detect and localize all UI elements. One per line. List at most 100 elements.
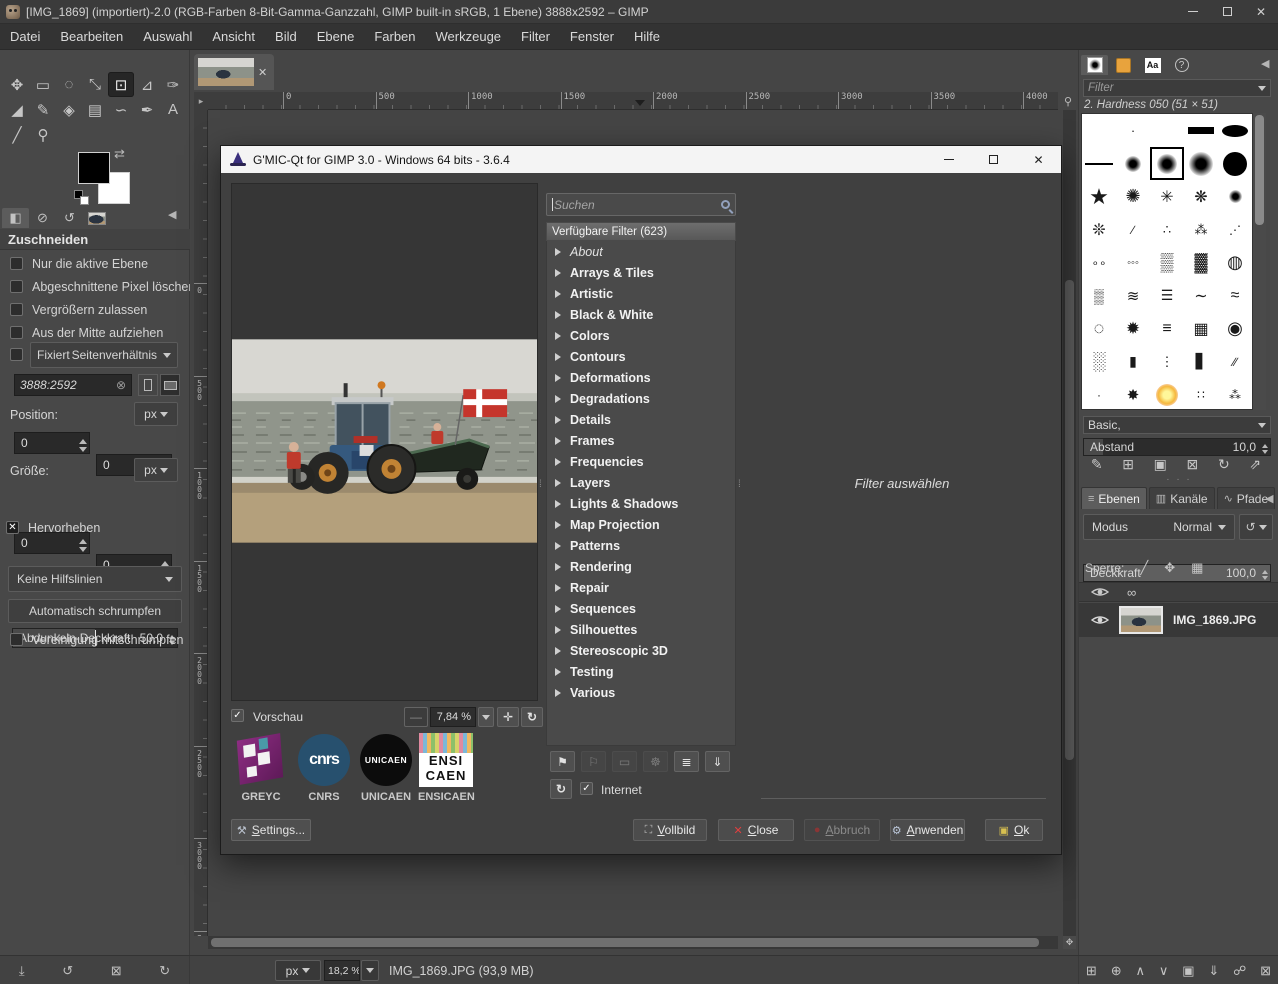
- expand-triangle-icon[interactable]: [555, 626, 561, 634]
- filter-category-lights-shadows[interactable]: Lights & Shadows: [547, 493, 735, 514]
- add-layer-mask-button[interactable]: ☍: [1233, 963, 1246, 979]
- autoshrink-button[interactable]: Automatisch schrumpfen: [8, 599, 182, 623]
- brush-thumbnail[interactable]: [1150, 114, 1184, 147]
- expand-triangle-icon[interactable]: [555, 584, 561, 592]
- visibility-settings-button[interactable]: ≣: [674, 751, 699, 772]
- menu-bearbeiten[interactable]: Bearbeiten: [50, 24, 133, 50]
- filter-category-degradations[interactable]: Degradations: [547, 388, 735, 409]
- filter-category-map-projection[interactable]: Map Projection: [547, 514, 735, 535]
- bucket-fill-tool[interactable]: ◢: [4, 97, 30, 122]
- aspect-ratio-input[interactable]: 3888:2592 ⊗: [14, 374, 132, 396]
- new-brush-button[interactable]: ⊞: [1122, 456, 1134, 473]
- filter-category-artistic[interactable]: Artistic: [547, 283, 735, 304]
- expand-triangle-icon[interactable]: [555, 269, 561, 277]
- filter-category-details[interactable]: Details: [547, 409, 735, 430]
- brush-thumbnail[interactable]: ∷: [1184, 378, 1218, 410]
- expand-triangle-icon[interactable]: [555, 416, 561, 424]
- portrait-orientation-button[interactable]: [138, 374, 158, 396]
- brush-thumbnail[interactable]: ≡: [1150, 312, 1184, 345]
- navigation-button[interactable]: ✥: [1063, 936, 1076, 949]
- clone-tool[interactable]: ▤: [82, 97, 108, 122]
- fixed-checkbox[interactable]: [10, 348, 23, 361]
- delete-tool-preset-button[interactable]: ⊠: [111, 963, 122, 979]
- reset-zoom-button[interactable]: ↻: [521, 707, 543, 727]
- delete-brush-button[interactable]: ⊠: [1187, 456, 1199, 473]
- tab-tool-options[interactable]: ◧: [2, 208, 29, 228]
- menu-datei[interactable]: Datei: [0, 24, 50, 50]
- expand-triangle-icon[interactable]: [555, 542, 561, 550]
- vergr-ern-zulassen-checkbox[interactable]: [10, 303, 23, 316]
- brush-thumbnail[interactable]: ▒: [1082, 279, 1116, 312]
- measure-tool[interactable]: ⤡: [82, 72, 108, 97]
- brush-thumbnail[interactable]: [1184, 114, 1218, 147]
- brush-thumbnail[interactable]: [1150, 147, 1184, 180]
- brush-thumbnail[interactable]: [1082, 114, 1116, 147]
- close-button[interactable]: ✕Close: [718, 819, 794, 841]
- filter-category-various[interactable]: Various: [547, 682, 735, 703]
- brush-thumbnail[interactable]: ⁂: [1184, 213, 1218, 246]
- collapse-left-icon[interactable]: ◀: [1261, 57, 1269, 70]
- brush-thumbnail[interactable]: ▮: [1116, 345, 1150, 378]
- expand-triangle-icon[interactable]: [555, 332, 561, 340]
- clear-icon[interactable]: ⊗: [116, 378, 126, 392]
- horizontal-scrollbar[interactable]: [208, 936, 1058, 949]
- color-picker-tool[interactable]: ╱: [4, 122, 30, 147]
- position-unit-dropdown[interactable]: px: [134, 402, 178, 426]
- restore-tool-preset-button[interactable]: ↺: [62, 963, 73, 979]
- expand-triangle-icon[interactable]: [555, 668, 561, 676]
- brush-thumbnail[interactable]: ≈: [1218, 279, 1252, 312]
- brush-thumbnail[interactable]: ·: [1082, 378, 1116, 410]
- new-layer-button[interactable]: ⊞: [1086, 963, 1097, 979]
- expand-triangle-icon[interactable]: [555, 290, 561, 298]
- layer-visibility-icon[interactable]: [1091, 614, 1109, 626]
- filter-category-repair[interactable]: Repair: [547, 577, 735, 598]
- filter-category-silhouettes[interactable]: Silhouettes: [547, 619, 735, 640]
- brush-thumbnail[interactable]: [1116, 147, 1150, 180]
- apply-button[interactable]: ⚙Anwenden: [890, 819, 965, 841]
- menu-bild[interactable]: Bild: [265, 24, 307, 50]
- expand-triangle-icon[interactable]: [555, 311, 561, 319]
- smudge-tool[interactable]: ∽: [108, 97, 134, 122]
- brush-thumbnail[interactable]: [1218, 180, 1252, 213]
- brush-thumbnail[interactable]: ▋: [1184, 345, 1218, 378]
- open-brush-button[interactable]: ⇗: [1249, 456, 1261, 473]
- zoom-percent-input[interactable]: 18,2 %: [324, 960, 360, 981]
- settings-button[interactable]: ⚒ Settings...: [231, 819, 311, 841]
- brush-thumbnail[interactable]: ❋: [1184, 180, 1218, 213]
- filter-category-deformations[interactable]: Deformations: [547, 367, 735, 388]
- layer-mode-dropdown[interactable]: Modus Normal: [1083, 514, 1235, 540]
- save-tool-preset-button[interactable]: ⤓: [19, 963, 25, 979]
- minimize-button[interactable]: [1176, 0, 1210, 24]
- menu-ansicht[interactable]: Ansicht: [202, 24, 265, 50]
- ruler-corner-button[interactable]: ▸: [194, 92, 208, 110]
- close-tab-icon[interactable]: ✕: [258, 66, 267, 79]
- brush-thumbnail[interactable]: ✺: [1116, 180, 1150, 213]
- refresh-brushes-button[interactable]: ↻: [1218, 456, 1230, 473]
- menu-farben[interactable]: Farben: [364, 24, 425, 50]
- update-filters-button[interactable]: ⇓: [705, 751, 730, 772]
- brush-thumbnail[interactable]: ✹: [1116, 312, 1150, 345]
- menu-hilfe[interactable]: Hilfe: [624, 24, 670, 50]
- lock-position-toggle[interactable]: ✥: [1164, 560, 1175, 576]
- filter-category-colors[interactable]: Colors: [547, 325, 735, 346]
- shrink-merged-checkbox[interactable]: [10, 633, 23, 646]
- gmic-titlebar[interactable]: G'MIC-Qt for GIMP 3.0 - Windows 64 bits …: [221, 146, 1061, 173]
- brush-thumbnail[interactable]: ≋: [1116, 279, 1150, 312]
- zoom-dropdown-button[interactable]: [478, 707, 494, 727]
- handle-transform-tool[interactable]: ✑: [160, 72, 186, 97]
- lock-pixels-toggle[interactable]: ╱: [1140, 560, 1148, 576]
- collapse-left-icon[interactable]: ◀: [1265, 492, 1273, 505]
- gmic-close-button[interactable]: ✕: [1016, 146, 1061, 173]
- expand-triangle-icon[interactable]: [555, 248, 561, 256]
- splitter-handle[interactable]: ⁞: [738, 483, 741, 486]
- menu-auswahl[interactable]: Auswahl: [133, 24, 202, 50]
- menu-ebene[interactable]: Ebene: [307, 24, 365, 50]
- new-layer-group-button[interactable]: ⊕: [1111, 963, 1122, 979]
- image-tab[interactable]: ✕: [194, 54, 274, 90]
- mode-history-button[interactable]: ↺: [1239, 514, 1273, 540]
- brush-thumbnail[interactable]: ▓: [1184, 246, 1218, 279]
- tab-help[interactable]: ?: [1168, 55, 1195, 75]
- swap-colors-icon[interactable]: ⇄: [114, 146, 125, 162]
- highlight-checkbox[interactable]: ✕: [6, 521, 19, 534]
- lock-alpha-toggle[interactable]: ▦: [1191, 560, 1203, 576]
